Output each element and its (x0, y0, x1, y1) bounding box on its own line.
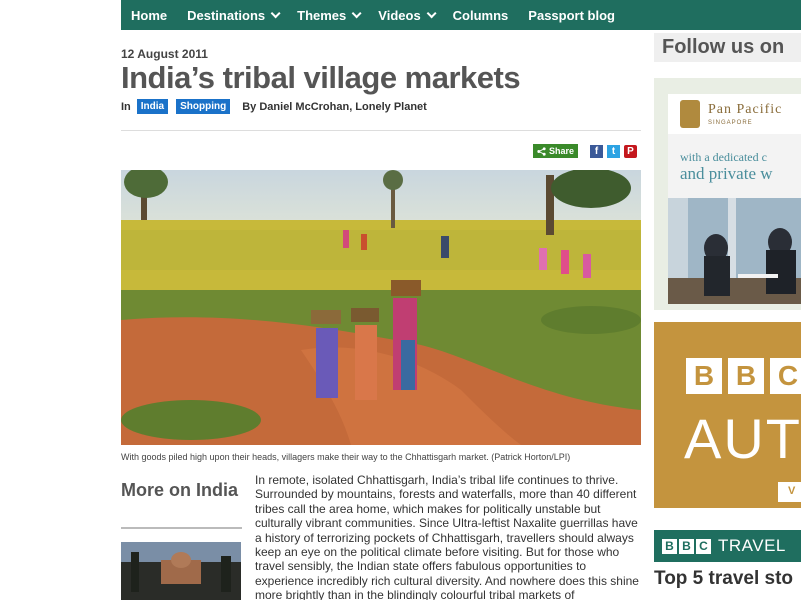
nav-columns[interactable]: Columns (443, 8, 519, 23)
image-caption: With goods piled high upon their heads, … (121, 452, 571, 462)
tag-india[interactable]: India (136, 99, 169, 114)
pan-pacific-ad-photo (668, 198, 801, 304)
bbc-travel-letter-b1: B (662, 538, 677, 554)
bbc-travel-letter-c: C (696, 538, 711, 554)
pan-pacific-advertisement[interactable]: Pan Pacific SINGAPORE with a dedicated c… (654, 78, 801, 310)
bbc-letter-c: C (770, 358, 801, 394)
nav-themes-label: Themes (297, 7, 347, 23)
bbc-travel-word: TRAVEL (718, 536, 786, 555)
nav-home-label: Home (131, 7, 168, 23)
nav-destinations-label: Destinations (187, 7, 266, 23)
nav-destinations[interactable]: Destinations (177, 8, 287, 23)
bbc-travel-letter-b2: B (679, 538, 694, 554)
top-navigation-extension (641, 0, 801, 30)
tag-shopping[interactable]: Shopping (176, 99, 231, 114)
share-icon (537, 146, 546, 156)
share-label: Share (549, 146, 575, 156)
byline-author[interactable]: By Daniel McCrohan, Lonely Planet (242, 101, 427, 113)
pan-pacific-location: SINGAPORE (708, 120, 753, 126)
nav-home[interactable]: Home (121, 8, 177, 23)
more-on-thumbnail[interactable] (121, 542, 241, 600)
bbc-letter-b1: B (686, 358, 722, 394)
chevron-down-icon (426, 7, 437, 18)
bbc-autos-word: AUT (684, 407, 801, 470)
follow-us-heading: Follow us on (654, 33, 801, 62)
share-bar: Share f t P (533, 144, 638, 158)
article-title: India’s tribal village markets (121, 60, 521, 95)
bbc-letter-b2: B (728, 358, 764, 394)
chevron-down-icon (270, 7, 281, 18)
top-5-travel-heading[interactable]: Top 5 travel sto (654, 568, 793, 590)
nav-videos[interactable]: Videos (368, 8, 442, 23)
pan-pacific-logo-icon (680, 100, 700, 128)
bbc-autos-logo: B B C (686, 358, 801, 394)
facebook-icon[interactable]: f (590, 144, 604, 158)
article-date: 12 August 2011 (121, 47, 208, 61)
bbc-autos-advertisement[interactable]: B B C AUT V (654, 322, 801, 508)
nav-passport-blog[interactable]: Passport blog (518, 8, 625, 23)
pan-pacific-line-1: with a dedicated c (680, 150, 767, 164)
chevron-down-icon (351, 7, 362, 18)
nav-videos-label: Videos (378, 7, 421, 23)
twitter-icon[interactable]: t (607, 144, 621, 158)
header-divider (121, 130, 641, 131)
nav-themes[interactable]: Themes (287, 8, 368, 23)
article-body: In remote, isolated Chhattisgarh, India’… (255, 473, 639, 600)
nav-passport-blog-label: Passport blog (528, 7, 615, 23)
bbc-autos-cta-button[interactable]: V (778, 482, 801, 502)
article-hero-image (121, 170, 641, 445)
bbc-travel-banner[interactable]: B B C TRAVEL (654, 530, 801, 562)
more-on-heading[interactable]: More on India (121, 481, 242, 499)
top-navigation: Home Destinations Themes Videos Columns … (121, 0, 641, 30)
pan-pacific-brand: Pan Pacific (708, 102, 783, 117)
byline-in-label: In (121, 100, 131, 113)
pinterest-icon[interactable]: P (624, 144, 638, 158)
more-on-divider (121, 527, 242, 529)
share-button[interactable]: Share (533, 144, 579, 158)
nav-columns-label: Columns (452, 7, 509, 23)
article-byline: In India Shopping By Daniel McCrohan, Lo… (121, 99, 427, 114)
pan-pacific-line-2: and private w (680, 164, 773, 183)
